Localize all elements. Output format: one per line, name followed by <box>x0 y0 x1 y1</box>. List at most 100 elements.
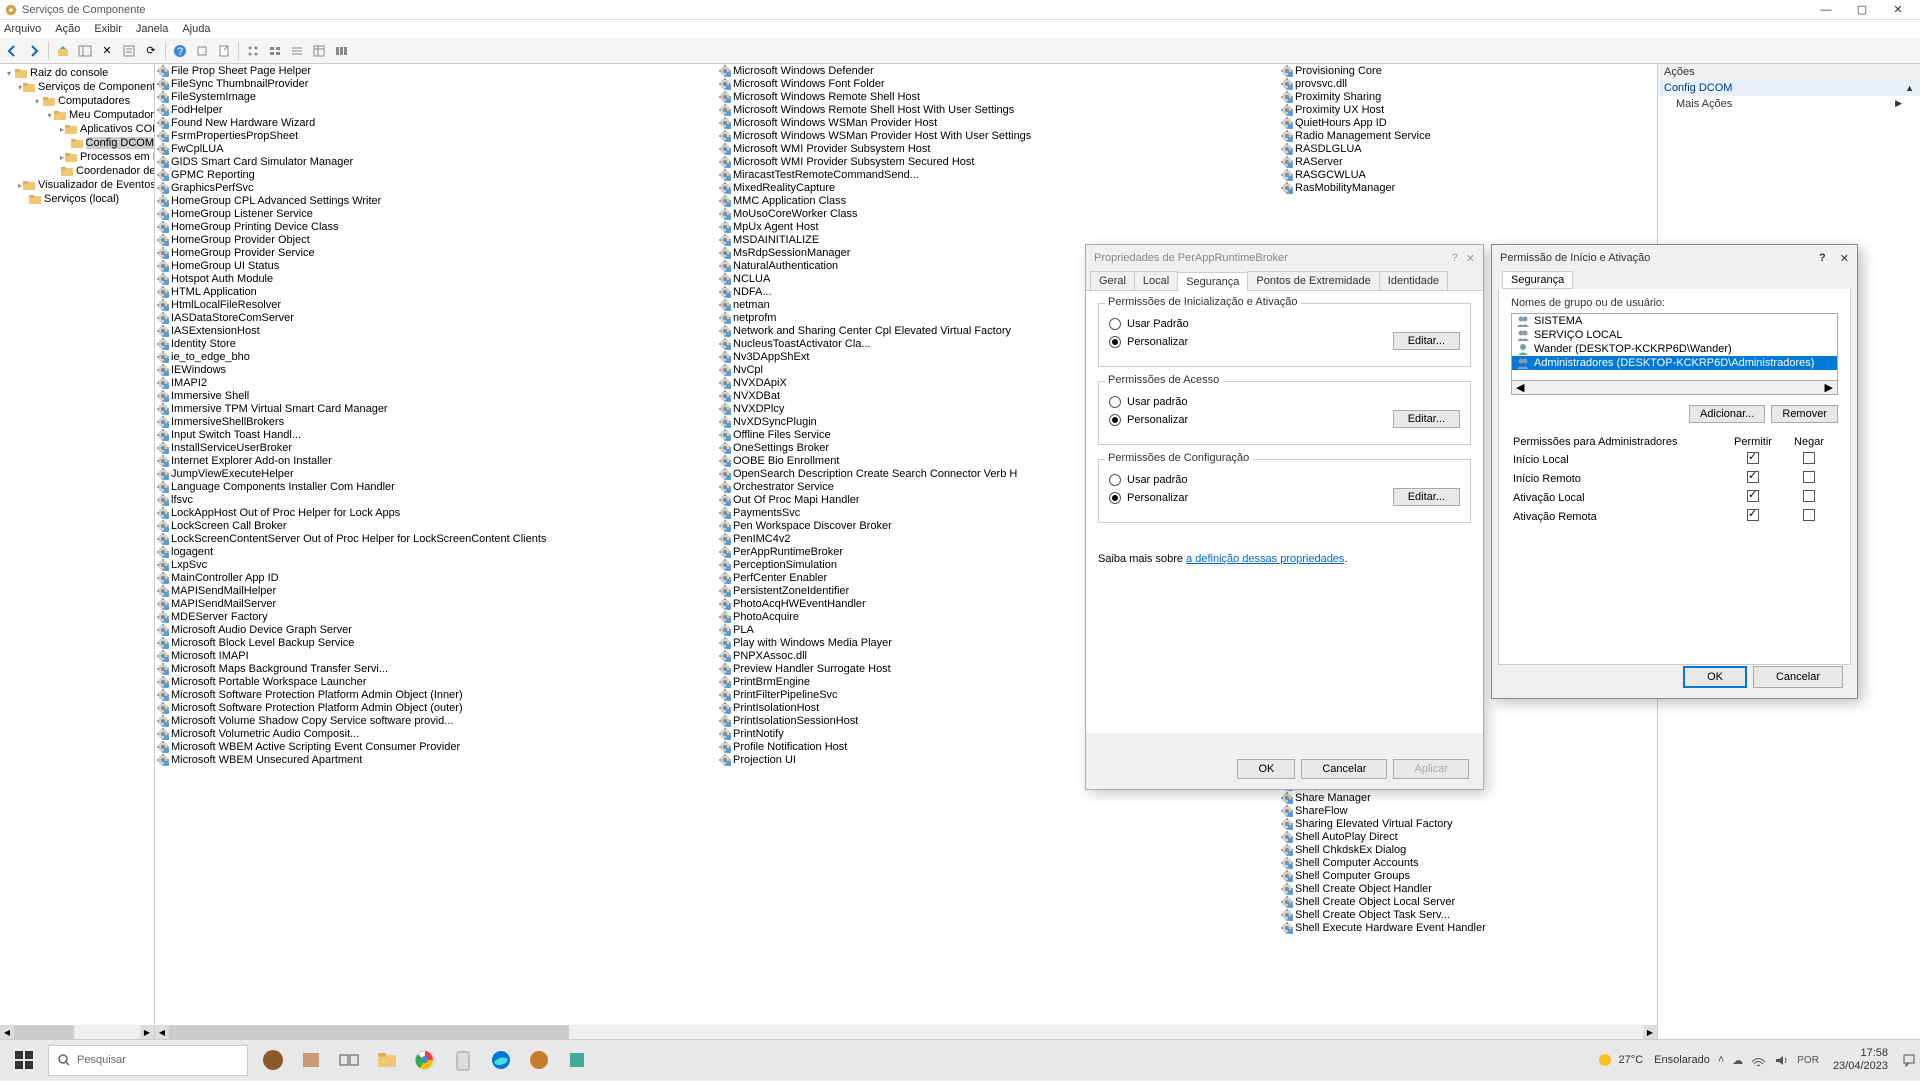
list-item[interactable]: Internet Explorer Add-on Installer <box>155 454 717 467</box>
list-item[interactable]: MAPISendMailHelper <box>155 584 717 597</box>
list-item[interactable]: Radio Management Service <box>1279 129 1529 142</box>
tree-scrollbar[interactable]: ◀ ▶ <box>0 1025 154 1039</box>
list-item[interactable]: HomeGroup Listener Service <box>155 207 717 220</box>
onedrive-icon[interactable]: ☁ <box>1732 1054 1743 1067</box>
tree-node[interactable]: ▸Processos em Exe <box>0 150 154 164</box>
list-item[interactable]: File Prop Sheet Page Helper <box>155 64 717 77</box>
tree-node[interactable]: ▾Raiz do console <box>0 66 154 80</box>
list-item[interactable]: ShareFlow <box>1279 804 1529 817</box>
list-item[interactable]: MpUx Agent Host <box>717 220 1279 233</box>
back-button[interactable] <box>2 41 22 61</box>
list-item[interactable]: MMC Application Class <box>717 194 1279 207</box>
list-item[interactable]: FsrmPropertiesPropSheet <box>155 129 717 142</box>
export-button[interactable] <box>214 41 234 61</box>
list-item[interactable]: RASDLGLUA <box>1279 142 1529 155</box>
tree-node[interactable]: ▾Computadores <box>0 94 154 108</box>
allow-checkbox[interactable] <box>1747 509 1759 521</box>
tree-node[interactable]: Serviços (local) <box>0 192 154 206</box>
list-item[interactable]: Shell Create Object Task Serv... <box>1279 908 1529 921</box>
list-item[interactable]: GraphicsPerfSvc <box>155 181 717 194</box>
list-item[interactable]: LockScreen Call Broker <box>155 519 717 532</box>
task-app-1[interactable] <box>258 1045 288 1075</box>
list-item[interactable]: QuietHours App ID <box>1279 116 1529 129</box>
task-app-5[interactable] <box>448 1045 478 1075</box>
list-item[interactable]: Hotspot Auth Module <box>155 272 717 285</box>
list-item[interactable]: Microsoft Audio Device Graph Server <box>155 623 717 636</box>
list-item[interactable]: MiracastTestRemoteCommandSend... <box>717 168 1279 181</box>
add-user-button[interactable]: Adicionar... <box>1689 405 1765 423</box>
tree-node[interactable]: Config DCOM <box>0 136 154 150</box>
list-item[interactable]: Proximity UX Host <box>1279 103 1529 116</box>
maximize-button[interactable]: ▢ <box>1844 1 1880 19</box>
tool-btn-1[interactable] <box>192 41 212 61</box>
task-app-8[interactable] <box>562 1045 592 1075</box>
list-item[interactable]: Shell ChkdskEx Dialog <box>1279 843 1529 856</box>
radio-g1-default[interactable]: Usar Padrão <box>1109 318 1460 330</box>
list-item[interactable]: Immersive Shell <box>155 389 717 402</box>
tree-node[interactable]: ▾Serviços de Componente <box>0 80 154 94</box>
view-icons-2[interactable] <box>265 41 285 61</box>
user-list[interactable]: SISTEMASERVIÇO LOCALWander (DESKTOP-KCKR… <box>1511 313 1838 381</box>
perm-cancel-button[interactable]: Cancelar <box>1753 666 1843 688</box>
list-item[interactable]: IASDataStoreComServer <box>155 311 717 324</box>
list-item[interactable]: Microsoft Windows WSMan Provider Host Wi… <box>717 129 1279 142</box>
radio-g3-custom[interactable]: Personalizar Editar... <box>1109 490 1460 506</box>
list-item[interactable]: Language Components Installer Com Handle… <box>155 480 717 493</box>
edge-button[interactable] <box>486 1045 516 1075</box>
tab-seguranca[interactable]: Segurança <box>1177 272 1248 291</box>
edit-g3-button[interactable]: Editar... <box>1393 488 1460 506</box>
explorer-button[interactable] <box>372 1045 402 1075</box>
list-item[interactable]: Microsoft Windows Remote Shell Host <box>717 90 1279 103</box>
list-item[interactable]: Microsoft Windows Font Folder <box>717 77 1279 90</box>
help-button[interactable]: ? <box>170 41 190 61</box>
delete-button[interactable]: ✕ <box>97 41 117 61</box>
list-item[interactable]: Found New Hardware Wizard <box>155 116 717 129</box>
props-ok-button[interactable]: OK <box>1237 759 1295 779</box>
view-tool-2[interactable] <box>331 41 351 61</box>
list-item[interactable]: RAServer <box>1279 155 1529 168</box>
list-item[interactable]: ImmersiveShellBrokers <box>155 415 717 428</box>
list-item[interactable]: Shell Create Object Local Server <box>1279 895 1529 908</box>
list-item[interactable]: MixedRealityCapture <box>717 181 1279 194</box>
perm-ok-button[interactable]: OK <box>1683 666 1747 688</box>
user-row[interactable]: Wander (DESKTOP-KCKRP6D\Wander) <box>1512 342 1837 356</box>
list-item[interactable]: lfsvc <box>155 493 717 506</box>
list-item[interactable]: Microsoft Portable Workspace Launcher <box>155 675 717 688</box>
user-row[interactable]: SERVIÇO LOCAL <box>1512 328 1837 342</box>
radio-g1-custom[interactable]: Personalizar Editar... <box>1109 334 1460 350</box>
user-row[interactable]: Administradores (DESKTOP-KCKRP6D\Adminis… <box>1512 356 1837 370</box>
list-item[interactable]: Microsoft WBEM Unsecured Apartment <box>155 753 717 766</box>
start-button[interactable] <box>0 1040 48 1081</box>
taskview-button[interactable] <box>334 1045 364 1075</box>
props-cancel-button[interactable]: Cancelar <box>1301 759 1387 779</box>
collapse-icon[interactable]: ▲ <box>1905 83 1914 93</box>
list-item[interactable]: Shell Create Object Handler <box>1279 882 1529 895</box>
list-item[interactable]: Microsoft Windows WSMan Provider Host <box>717 116 1279 129</box>
view-details[interactable] <box>309 41 329 61</box>
menu-janela[interactable]: Janela <box>136 23 168 35</box>
deny-checkbox[interactable] <box>1803 452 1815 464</box>
notifications-button[interactable] <box>1902 1045 1916 1075</box>
list-item[interactable]: FileSystemImage <box>155 90 717 103</box>
list-scrollbar[interactable]: ◀ ▶ <box>155 1025 1657 1039</box>
list-item[interactable]: Input Switch Toast Handl... <box>155 428 717 441</box>
list-item[interactable]: GPMC Reporting <box>155 168 717 181</box>
chrome-button[interactable] <box>410 1045 440 1075</box>
view-icons-1[interactable] <box>243 41 263 61</box>
userlist-scrollbar[interactable]: ◀▶ <box>1511 381 1838 395</box>
list-item[interactable]: HomeGroup Provider Object <box>155 233 717 246</box>
tab-geral[interactable]: Geral <box>1090 271 1135 290</box>
menu-exibir[interactable]: Exibir <box>94 23 122 35</box>
list-item[interactable]: Shell AutoPlay Direct <box>1279 830 1529 843</box>
close-button[interactable]: ✕ <box>1880 1 1916 19</box>
allow-checkbox[interactable] <box>1747 471 1759 483</box>
list-item[interactable]: HomeGroup CPL Advanced Settings Writer <box>155 194 717 207</box>
list-item[interactable]: FodHelper <box>155 103 717 116</box>
task-app-2[interactable] <box>296 1045 326 1075</box>
tray-chevron-icon[interactable]: ˄ <box>1718 1054 1724 1066</box>
list-item[interactable]: FwCplLUA <box>155 142 717 155</box>
list-item[interactable]: logagent <box>155 545 717 558</box>
list-item[interactable]: LockAppHost Out of Proc Helper for Lock … <box>155 506 717 519</box>
refresh-button[interactable]: ⟳ <box>141 41 161 61</box>
list-item[interactable]: InstallServiceUserBroker <box>155 441 717 454</box>
